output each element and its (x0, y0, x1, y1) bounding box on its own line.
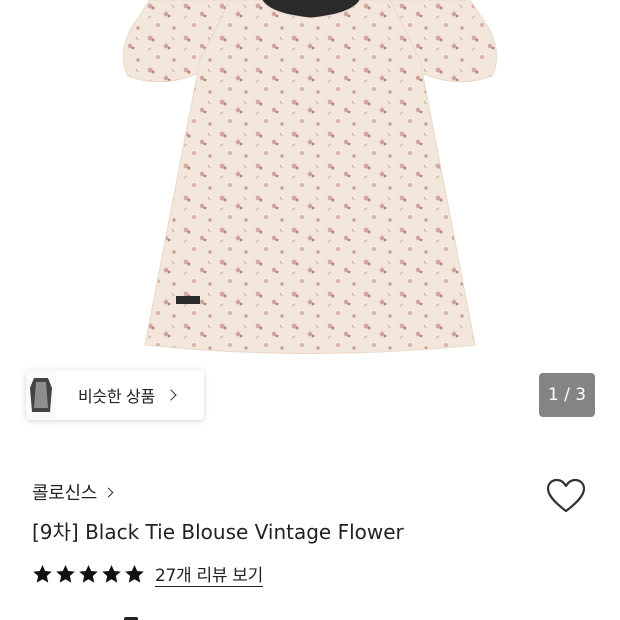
chevron-right-icon (165, 389, 177, 401)
brand-link[interactable]: 콜로신스 (32, 479, 114, 505)
product-title: [9차] Black Tie Blouse Vintage Flower (32, 520, 404, 544)
review-link[interactable]: 27개 리뷰 보기 (155, 561, 263, 586)
star-icon (79, 564, 98, 583)
next-section-peek (32, 610, 232, 620)
similar-products-label: 비슷한 상품 (78, 387, 155, 406)
brand-name: 콜로신스 (32, 483, 98, 504)
heart-outline-icon (546, 478, 586, 513)
similar-products-button[interactable]: 비슷한 상품 (26, 370, 204, 420)
star-icon (102, 564, 121, 583)
rating-row: 27개 리뷰 보기 (32, 561, 263, 586)
similar-thumbnail (26, 370, 56, 420)
star-icon (125, 564, 144, 583)
star-rating (32, 564, 145, 584)
chevron-right-icon (103, 487, 114, 497)
star-icon (56, 564, 75, 583)
wishlist-button[interactable] (546, 478, 586, 514)
pager-text: 1 / 3 (547, 385, 587, 405)
image-pager: 1 / 3 (539, 373, 595, 417)
star-icon (33, 564, 52, 583)
